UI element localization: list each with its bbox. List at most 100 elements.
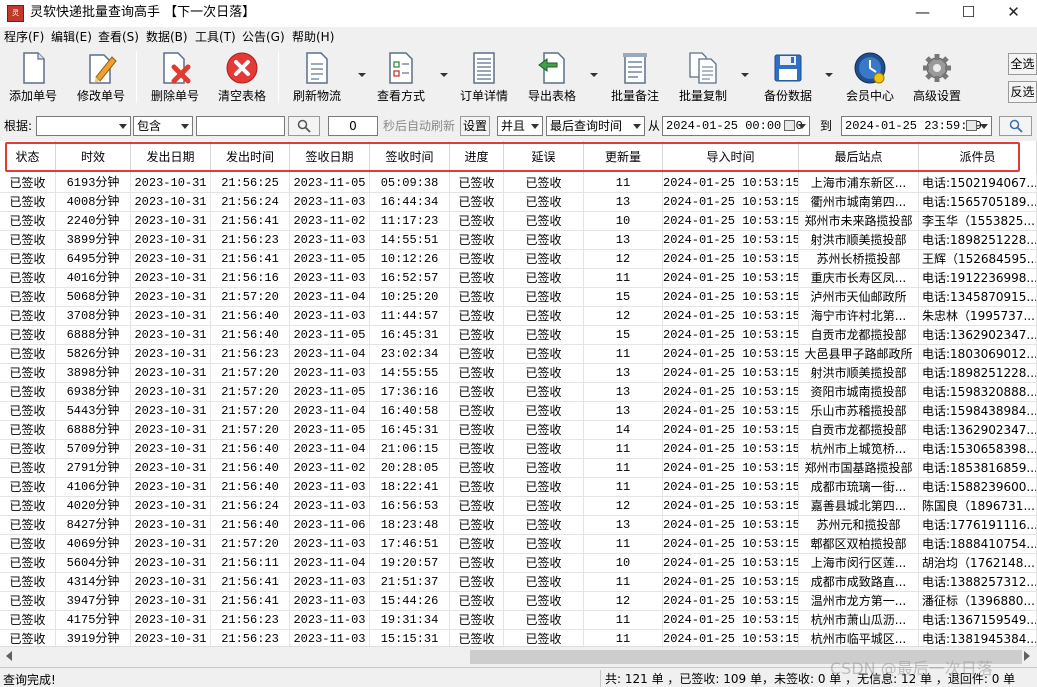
table-cell: 已签收 [450, 592, 504, 611]
table-cell: 电话:1776191116... [919, 516, 1037, 535]
table-cell: 2024-01-25 10:53:15 [663, 630, 799, 646]
table-row[interactable]: 已签收 3947分钟 2023-10-31 21:56:41 2023-11-03 15:… [0, 592, 1037, 611]
menu-help[interactable]: 帮助(H) [292, 29, 334, 45]
auto-refresh-settings-button[interactable]: 设置 [460, 116, 490, 136]
table-row[interactable]: 已签收 5443分钟 2023-10-31 21:57:20 2023-11-04 16:… [0, 402, 1037, 421]
table-cell: 2024-01-25 10:53:15 [663, 535, 799, 554]
table-cell: 已签收 [450, 307, 504, 326]
menu-edit[interactable]: 编辑(E) [51, 29, 92, 45]
menu-view[interactable]: 查看(S) [98, 29, 139, 45]
table-cell: 2023-10-31 [131, 497, 211, 516]
table-row[interactable]: 已签收 3899分钟 2023-10-31 21:56:23 2023-11-03 14:… [0, 231, 1037, 250]
table-row[interactable]: 已签收 3898分钟 2023-10-31 21:57:20 2023-11-03 14:… [0, 364, 1037, 383]
table-cell: 23:02:34 [370, 345, 450, 364]
table-cell: 2024-01-25 10:53:15 [663, 364, 799, 383]
table-cell: 4020分钟 [56, 497, 131, 516]
menu-program[interactable]: 程序(F) [4, 29, 44, 45]
table-cell: 21:56:24 [211, 193, 290, 212]
menu-data[interactable]: 数据(B) [146, 29, 188, 45]
table-cell: 已签收 [0, 288, 56, 307]
backup-data-button[interactable]: 备份数据 [755, 49, 821, 107]
table-cell: 16:45:31 [370, 326, 450, 345]
close-icon[interactable]: ✕ [991, 0, 1036, 27]
table-cell: 21:56:25 [211, 174, 290, 193]
table-row[interactable]: 已签收 5826分钟 2023-10-31 21:56:23 2023-11-04 23:… [0, 345, 1037, 364]
time-field-select[interactable]: 最后查询时间 [546, 116, 645, 136]
backup-dropdown-icon[interactable] [825, 73, 833, 77]
table-cell: 4106分钟 [56, 478, 131, 497]
table-cell: 11 [584, 573, 663, 592]
logic-select[interactable]: 并且 [497, 116, 543, 136]
table-row[interactable]: 已签收 4016分钟 2023-10-31 21:56:16 2023-11-03 16:… [0, 269, 1037, 288]
scroll-left-icon[interactable] [6, 651, 12, 661]
table-cell: 12 [584, 307, 663, 326]
table-row[interactable]: 已签收 3708分钟 2023-10-31 21:56:40 2023-11-03 11:… [0, 307, 1037, 326]
member-center-button[interactable]: 会员中心 [837, 49, 903, 107]
table-cell: 2023-11-05 [290, 326, 370, 345]
table-cell: 12 [584, 250, 663, 269]
table-row[interactable]: 已签收 4314分钟 2023-10-31 21:56:41 2023-11-03 21:… [0, 573, 1037, 592]
table-cell: 已签收 [504, 269, 584, 288]
table-row[interactable]: 已签收 4175分钟 2023-10-31 21:56:23 2023-11-03 19:… [0, 611, 1037, 630]
table-row[interactable]: 已签收 2240分钟 2023-10-31 21:56:41 2023-11-02 11:… [0, 212, 1037, 231]
scroll-right-icon[interactable] [1024, 651, 1030, 661]
batch-copy-button[interactable]: 批量复制 [670, 49, 736, 107]
table-cell: 2023-10-31 [131, 174, 211, 193]
table-cell: 杭州市临平城区... [799, 630, 919, 646]
edit-order-button[interactable]: 修改单号 [68, 49, 134, 107]
add-order-button[interactable]: 添加单号 [0, 49, 66, 107]
table-row[interactable]: 已签收 6888分钟 2023-10-31 21:57:20 2023-11-05 16:… [0, 421, 1037, 440]
to-datetime-picker[interactable]: 2024-01-25 23:59:59 [841, 116, 992, 136]
table-cell: 已签收 [0, 326, 56, 345]
date-search-button[interactable] [999, 116, 1032, 136]
copy-dropdown-icon[interactable] [741, 73, 749, 77]
chevron-down-icon [531, 124, 539, 129]
view-mode-button[interactable]: 查看方式 [368, 49, 434, 107]
table-row[interactable]: 已签收 4106分钟 2023-10-31 21:56:40 2023-11-03 18:… [0, 478, 1037, 497]
menu-notice[interactable]: 公告(G) [242, 29, 285, 45]
from-datetime-picker[interactable]: 2024-01-25 00:00:00 [662, 116, 810, 136]
table-row[interactable]: 已签收 6888分钟 2023-10-31 21:56:40 2023-11-05 16:… [0, 326, 1037, 345]
batch-note-button[interactable]: 批量备注 [602, 49, 668, 107]
table-cell: 2023-11-03 [290, 269, 370, 288]
view-mode-dropdown-icon[interactable] [440, 73, 448, 77]
table-row[interactable]: 已签收 2791分钟 2023-10-31 21:56:40 2023-11-02 20:… [0, 459, 1037, 478]
table-cell: 重庆市长寿区凤... [799, 269, 919, 288]
invert-selection-button[interactable]: 反选 [1008, 81, 1037, 103]
table-cell: 2023-10-31 [131, 383, 211, 402]
table-row[interactable]: 已签收 6193分钟 2023-10-31 21:56:25 2023-11-05 05:… [0, 174, 1037, 193]
based-on-select[interactable] [36, 116, 131, 136]
table-cell: 射洪市顺美揽投部 [799, 231, 919, 250]
maximize-icon[interactable]: ☐ [946, 0, 991, 27]
menu-tools[interactable]: 工具(T) [195, 29, 236, 45]
order-detail-button[interactable]: 订单详情 [451, 49, 517, 107]
table-row[interactable]: 已签收 5709分钟 2023-10-31 21:56:40 2023-11-04 21:… [0, 440, 1037, 459]
table-row[interactable]: 已签收 8427分钟 2023-10-31 21:56:40 2023-11-06 18:… [0, 516, 1037, 535]
refresh-dropdown-icon[interactable] [358, 73, 366, 77]
table-row[interactable]: 已签收 5068分钟 2023-10-31 21:57:20 2023-11-04 10:… [0, 288, 1037, 307]
keyword-input[interactable] [196, 116, 285, 136]
match-mode-select[interactable]: 包含 [133, 116, 193, 136]
search-button[interactable] [288, 116, 320, 136]
advanced-settings-button[interactable]: 高级设置 [904, 49, 970, 107]
table-cell: 2023-10-31 [131, 326, 211, 345]
table-cell: 上海市闵行区莲... [799, 554, 919, 573]
table-row[interactable]: 已签收 4020分钟 2023-10-31 21:56:24 2023-11-03 16:… [0, 497, 1037, 516]
table-cell: 2023-11-03 [290, 497, 370, 516]
table-row[interactable]: 已签收 6495分钟 2023-10-31 21:56:41 2023-11-05 10:… [0, 250, 1037, 269]
table-row[interactable]: 已签收 6938分钟 2023-10-31 21:57:20 2023-11-05 17:… [0, 383, 1037, 402]
minimize-icon[interactable]: — [900, 0, 945, 27]
refresh-logistics-button[interactable]: 刷新物流 [284, 49, 350, 107]
table-row[interactable]: 已签收 4008分钟 2023-10-31 21:56:24 2023-11-03 16:… [0, 193, 1037, 212]
export-table-button[interactable]: 导出表格 [519, 49, 585, 107]
table-cell: 14:55:55 [370, 364, 450, 383]
clear-table-button[interactable]: 清空表格 [209, 49, 275, 107]
auto-refresh-seconds-input[interactable]: 0 [328, 116, 378, 136]
table-cell: 18:23:48 [370, 516, 450, 535]
delete-order-button[interactable]: 删除单号 [142, 49, 208, 107]
table-row[interactable]: 已签收 3919分钟 2023-10-31 21:56:23 2023-11-03 15:… [0, 630, 1037, 646]
table-row[interactable]: 已签收 4069分钟 2023-10-31 21:57:20 2023-11-03 17:… [0, 535, 1037, 554]
export-dropdown-icon[interactable] [590, 73, 598, 77]
select-all-button[interactable]: 全选 [1008, 53, 1037, 75]
table-row[interactable]: 已签收 5604分钟 2023-10-31 21:56:11 2023-11-04 19:… [0, 554, 1037, 573]
